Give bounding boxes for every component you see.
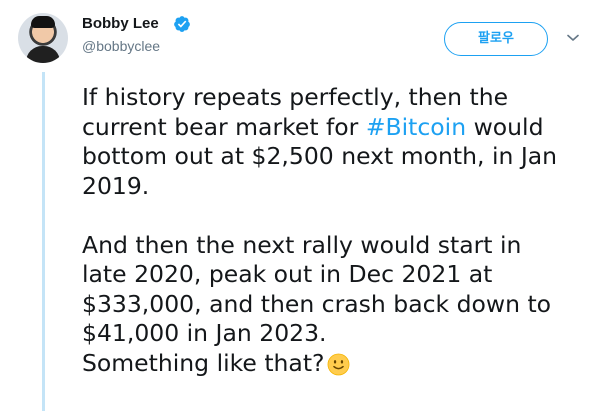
- follow-button[interactable]: 팔로우: [444, 22, 548, 56]
- thread-line: [42, 72, 45, 411]
- author-handle[interactable]: @bobbyclee: [82, 37, 160, 55]
- tweet-text: If history repeats perfectly, then the c…: [82, 83, 582, 378]
- chevron-down-icon[interactable]: [567, 34, 579, 42]
- slightly-smiling-face-icon: [327, 353, 349, 375]
- avatar[interactable]: [18, 13, 68, 63]
- verified-badge-icon: [174, 16, 190, 32]
- hashtag-link[interactable]: #Bitcoin: [366, 113, 466, 141]
- tweet-text-part: And then the next rally would start in l…: [82, 230, 552, 377]
- author-name[interactable]: Bobby Lee: [82, 14, 159, 34]
